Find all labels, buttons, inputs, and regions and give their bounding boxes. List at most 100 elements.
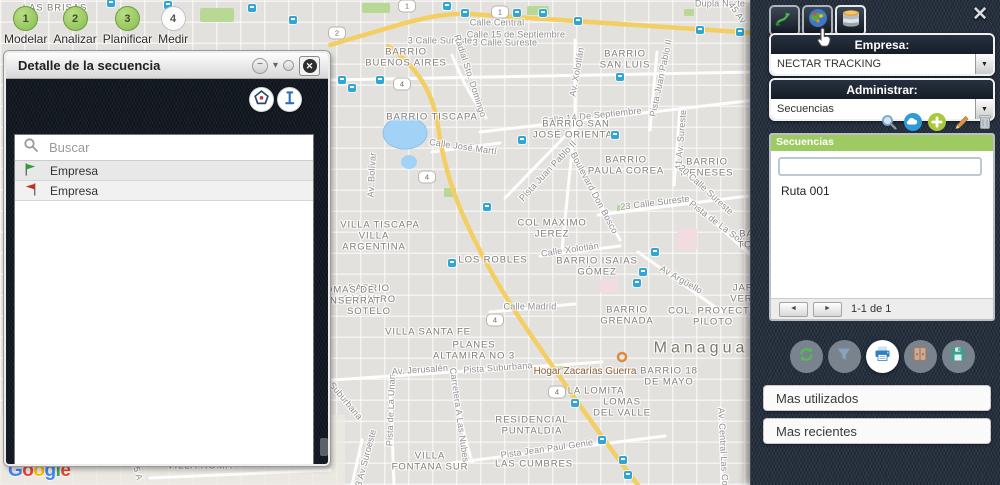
refresh-icon bbox=[797, 345, 816, 369]
sequence-row[interactable]: Empresa bbox=[15, 161, 313, 181]
delete-button[interactable] bbox=[975, 112, 995, 132]
sequences-filter-input[interactable] bbox=[778, 157, 982, 176]
transit-stop-icon bbox=[376, 76, 384, 84]
sequence-content: Empresa Empresa bbox=[14, 134, 314, 464]
catalog-icon bbox=[911, 345, 929, 368]
restore-button[interactable] bbox=[283, 60, 294, 71]
chevron-down-icon[interactable]: ▾ bbox=[273, 60, 278, 71]
tab-routes[interactable] bbox=[769, 5, 800, 36]
company-box: Empresa: NECTAR TRACKING ▼ bbox=[769, 33, 995, 76]
window-controls: − ▾ ✕ bbox=[251, 55, 320, 76]
transit-stop-icon bbox=[639, 268, 647, 276]
route-shield: 1 bbox=[491, 5, 509, 19]
tab-globe[interactable] bbox=[802, 5, 833, 36]
shortcut-mas-recientes[interactable]: Mas recientes bbox=[763, 418, 991, 444]
transit-stop-icon bbox=[338, 76, 346, 84]
close-panel-button[interactable]: ✕ bbox=[299, 55, 320, 76]
transit-stop-icon bbox=[616, 73, 624, 81]
step-circle: 2 bbox=[62, 6, 88, 31]
edit-button[interactable] bbox=[951, 112, 971, 132]
search-icon bbox=[23, 137, 39, 158]
sequences-list-header: Secuencias bbox=[771, 135, 993, 151]
step-circle: 3 bbox=[114, 6, 140, 31]
transit-stop-icon bbox=[571, 399, 579, 407]
transit-stop-icon bbox=[518, 136, 526, 144]
pole-marker-tool-button[interactable] bbox=[277, 87, 302, 112]
transit-stop-icon bbox=[619, 456, 627, 464]
sequence-panel-titlebar[interactable]: Detalle de la secuencia − ▾ ✕ bbox=[6, 53, 328, 79]
transit-stop-icon bbox=[574, 17, 582, 25]
transit-stop-icon bbox=[696, 26, 704, 34]
sequence-row-label: Empresa bbox=[50, 183, 99, 198]
action-buttons bbox=[775, 340, 989, 373]
print-button[interactable] bbox=[865, 340, 899, 373]
sequences-items: Ruta 001 bbox=[771, 180, 993, 198]
transit-stop-icon bbox=[651, 248, 659, 256]
pole-marker-icon bbox=[281, 89, 298, 111]
filter-icon bbox=[835, 345, 853, 368]
transit-stop-icon bbox=[483, 203, 491, 211]
step-label: Modelar bbox=[4, 32, 48, 46]
shortcut-mas-utilizados[interactable]: Mas utilizados bbox=[763, 385, 991, 411]
sequence-detail-panel: Detalle de la secuencia − ▾ ✕ Buscar Emp… bbox=[4, 51, 330, 466]
page-prev-button[interactable]: ◄ bbox=[779, 301, 808, 317]
step-planificar[interactable]: 3 Planificar bbox=[103, 6, 152, 46]
route-shield: 4 bbox=[418, 170, 436, 184]
sequences-list-box: Secuencias Ruta 001 ◄ ► 1-1 de 1 bbox=[769, 133, 995, 321]
sequence-panel-body: Empresa Empresa bbox=[6, 79, 328, 464]
sequence-rows: Empresa Empresa bbox=[15, 161, 313, 201]
search-button[interactable] bbox=[879, 112, 899, 132]
step-label: Planificar bbox=[102, 32, 153, 46]
step-modelar[interactable]: 1 Modelar bbox=[4, 6, 47, 46]
database-icon bbox=[840, 7, 862, 34]
geofence-tool-button[interactable] bbox=[249, 87, 274, 112]
catalog-button[interactable] bbox=[903, 340, 937, 373]
tab-database[interactable] bbox=[835, 5, 866, 36]
route-shield: 2 bbox=[328, 26, 346, 40]
search-input[interactable] bbox=[47, 139, 305, 156]
company-value: NECTAR TRACKING bbox=[777, 58, 882, 70]
search-row bbox=[15, 135, 313, 161]
transit-stop-icon bbox=[443, 2, 451, 10]
filter-button[interactable] bbox=[827, 340, 861, 373]
step-analizar[interactable]: 2 Analizar bbox=[53, 6, 97, 46]
refresh-button[interactable] bbox=[789, 340, 823, 373]
page-next-button[interactable]: ► bbox=[813, 301, 842, 317]
save-icon bbox=[949, 345, 967, 368]
transit-stop-icon bbox=[348, 84, 356, 92]
route-shield: 4 bbox=[486, 313, 504, 327]
transit-stop-icon bbox=[248, 4, 256, 12]
sequence-row[interactable]: Empresa bbox=[15, 181, 313, 201]
save-button[interactable] bbox=[941, 340, 975, 373]
route-shield: 1 bbox=[398, 0, 416, 13]
print-icon bbox=[873, 345, 892, 368]
pagination: ◄ ► 1-1 de 1 bbox=[771, 298, 993, 319]
green-flag-icon bbox=[23, 162, 38, 180]
tracking-sidebar: ✕ Empresa: NECTAR TRACKING ▼ Administrar… bbox=[750, 0, 1000, 485]
transit-stop-icon bbox=[624, 471, 632, 479]
red-flag-icon bbox=[23, 182, 38, 200]
route-shield: 4 bbox=[548, 385, 566, 399]
step-medir[interactable]: 4 Medir bbox=[158, 6, 188, 46]
scroll-grip[interactable] bbox=[320, 438, 328, 456]
sequence-panel-title: Detalle de la secuencia bbox=[18, 58, 161, 73]
company-select[interactable]: NECTAR TRACKING ▼ bbox=[771, 54, 993, 74]
step-label: Analizar bbox=[53, 32, 97, 46]
transit-stop-icon bbox=[598, 436, 606, 444]
transit-stop-icon bbox=[448, 259, 456, 267]
close-icon: ✕ bbox=[302, 58, 317, 73]
minimize-button[interactable]: − bbox=[251, 57, 268, 74]
pagination-label: 1-1 de 1 bbox=[851, 303, 892, 315]
transit-stop-icon bbox=[513, 9, 521, 17]
transit-stop-icon bbox=[736, 28, 744, 36]
transit-stop-icon bbox=[539, 9, 547, 17]
workflow-steps: 1 Modelar 2 Analizar 3 Planificar 4 Medir bbox=[4, 6, 188, 46]
sequence-item[interactable]: Ruta 001 bbox=[771, 180, 993, 198]
step-circle: 1 bbox=[13, 6, 39, 31]
cloud-upload-button[interactable] bbox=[903, 112, 923, 132]
add-button[interactable] bbox=[927, 112, 947, 132]
sidebar-close-button[interactable]: ✕ bbox=[972, 3, 988, 26]
transit-stop-icon bbox=[289, 16, 297, 24]
globe-icon bbox=[807, 7, 829, 34]
step-label: Medir bbox=[158, 32, 189, 46]
